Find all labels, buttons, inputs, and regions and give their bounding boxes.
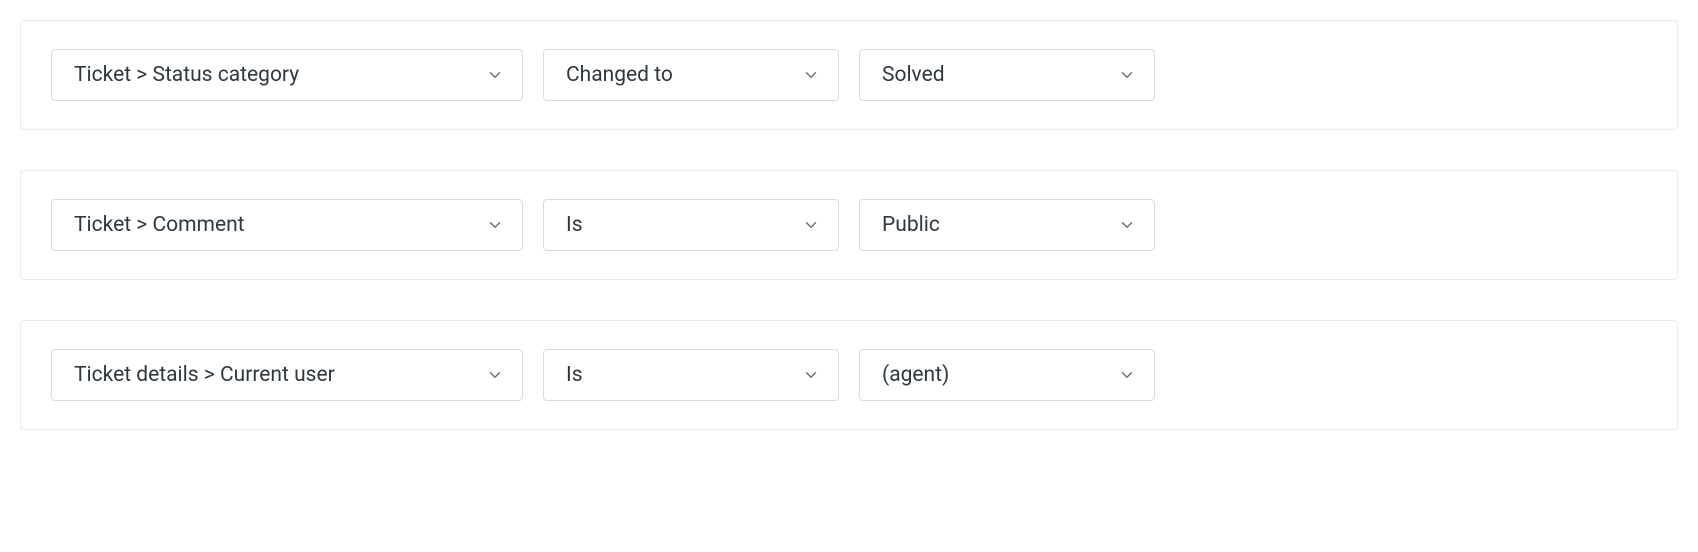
- chevron-down-icon: [486, 66, 504, 84]
- chevron-down-icon: [1118, 366, 1136, 384]
- operator-dropdown[interactable]: Is: [543, 199, 839, 251]
- field-dropdown[interactable]: Ticket details > Current user: [51, 349, 523, 401]
- chevron-down-icon: [486, 366, 504, 384]
- value-dropdown[interactable]: Public: [859, 199, 1155, 251]
- value-dropdown-label: Solved: [882, 63, 945, 87]
- chevron-down-icon: [802, 216, 820, 234]
- field-dropdown-label: Ticket details > Current user: [74, 363, 335, 387]
- value-dropdown[interactable]: (agent): [859, 349, 1155, 401]
- operator-dropdown-label: Changed to: [566, 63, 673, 87]
- value-dropdown[interactable]: Solved: [859, 49, 1155, 101]
- condition-row: Ticket details > Current user Is (agent): [20, 320, 1678, 430]
- value-dropdown-label: (agent): [882, 363, 949, 387]
- operator-dropdown[interactable]: Is: [543, 349, 839, 401]
- condition-row: Ticket > Status category Changed to Solv…: [20, 20, 1678, 130]
- operator-dropdown[interactable]: Changed to: [543, 49, 839, 101]
- value-dropdown-label: Public: [882, 213, 940, 237]
- chevron-down-icon: [802, 66, 820, 84]
- chevron-down-icon: [1118, 216, 1136, 234]
- field-dropdown-label: Ticket > Status category: [74, 63, 299, 87]
- field-dropdown[interactable]: Ticket > Comment: [51, 199, 523, 251]
- field-dropdown-label: Ticket > Comment: [74, 213, 245, 237]
- field-dropdown[interactable]: Ticket > Status category: [51, 49, 523, 101]
- chevron-down-icon: [486, 216, 504, 234]
- condition-row: Ticket > Comment Is Public: [20, 170, 1678, 280]
- chevron-down-icon: [802, 366, 820, 384]
- chevron-down-icon: [1118, 66, 1136, 84]
- operator-dropdown-label: Is: [566, 213, 583, 237]
- operator-dropdown-label: Is: [566, 363, 583, 387]
